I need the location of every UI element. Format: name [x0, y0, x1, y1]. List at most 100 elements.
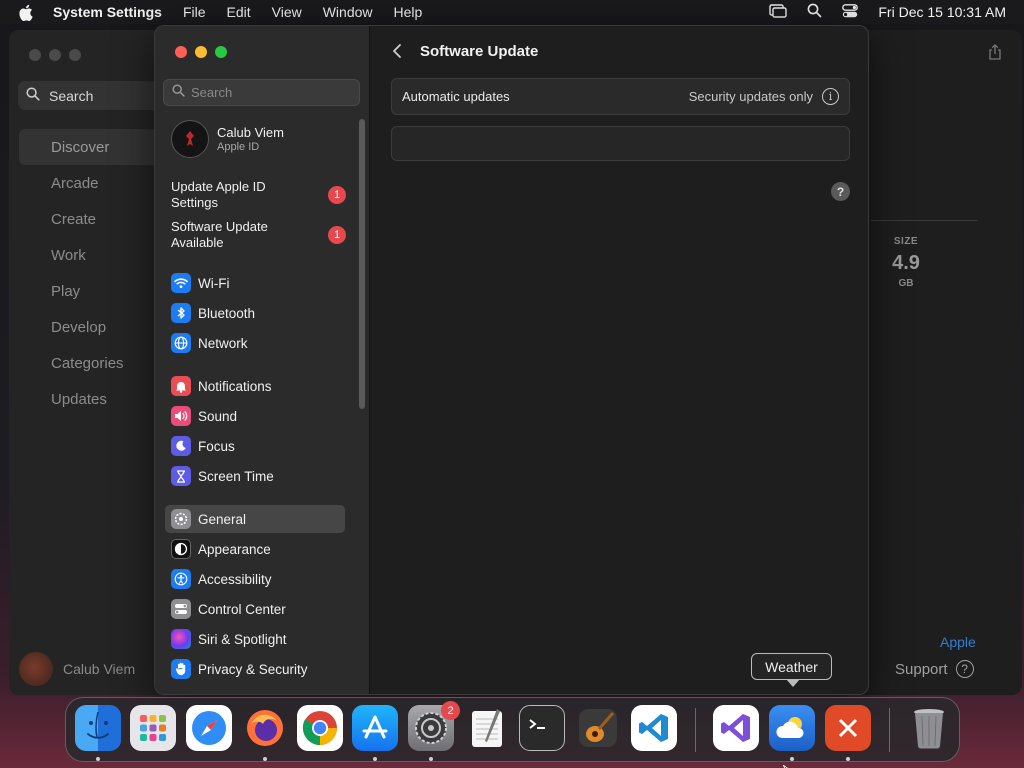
settings-content: Software Update Automatic updates Securi… [371, 26, 868, 694]
app-store-window-controls [29, 49, 81, 61]
sidebar-item-label: Sound [198, 408, 238, 424]
avatar [19, 652, 53, 686]
sidebar-item-accessibility[interactable]: Accessibility [165, 565, 345, 593]
dock-remote-desktop-icon[interactable] [825, 705, 871, 751]
notice-software-update[interactable]: Software Update Available 1 [171, 219, 346, 251]
dock-weather-icon[interactable] [769, 705, 815, 751]
dock-vscode-icon[interactable] [631, 705, 677, 751]
sidebar-item-network[interactable]: Network [165, 329, 345, 357]
sidebar-item-label: Control Center [198, 601, 286, 617]
toggles-icon [171, 599, 191, 619]
dock-launchpad-icon[interactable] [130, 705, 176, 751]
app-store-search[interactable]: Search [18, 81, 168, 110]
running-indicator [96, 757, 100, 761]
page-title: Software Update [420, 43, 539, 60]
bell-icon [171, 376, 191, 396]
sidebar-item-label: Wi-Fi [198, 275, 230, 291]
zoom-button[interactable] [215, 46, 227, 58]
sidebar-item-label: Accessibility [198, 571, 272, 587]
settings-sidebar: Calub Viem Apple ID Update Apple ID Sett… [155, 26, 370, 694]
app-store-zoom-button[interactable] [69, 49, 81, 61]
app-store-minimize-button[interactable] [49, 49, 61, 61]
minimize-button[interactable] [195, 46, 207, 58]
app-store-nav-create[interactable]: Create [19, 201, 169, 237]
info-icon[interactable]: i [822, 88, 839, 105]
sidebar-item-label: Privacy & Security [198, 661, 308, 677]
dock-garageband-icon[interactable] [575, 705, 621, 751]
app-store-close-button[interactable] [29, 49, 41, 61]
dock-safari-icon[interactable] [186, 705, 232, 751]
app-store-user-name: Calub Viem [63, 661, 136, 677]
dock-terminal-icon[interactable] [519, 705, 565, 751]
moon-icon [171, 436, 191, 456]
menu-bar: System Settings File Edit View Window He… [0, 0, 1024, 24]
sidebar-item-general[interactable]: General [165, 505, 345, 533]
gear-icon [171, 509, 191, 529]
size-unit: GB [898, 278, 914, 289]
hand-icon [171, 659, 191, 679]
wifi-icon [171, 273, 191, 293]
sidebar-scrollbar[interactable] [359, 119, 365, 409]
appearance-icon [171, 539, 191, 559]
apple-menu-icon[interactable] [18, 3, 34, 21]
apple-id-account[interactable]: Calub Viem Apple ID [171, 120, 284, 158]
support-link[interactable]: Support ? [895, 660, 974, 678]
back-chevron-icon[interactable] [391, 42, 405, 62]
menu-help[interactable]: Help [394, 4, 423, 20]
sidebar-item-appearance[interactable]: Appearance [165, 535, 345, 563]
app-store-nav-arcade[interactable]: Arcade [19, 165, 169, 201]
dock-trash-icon[interactable] [906, 705, 952, 751]
dock-visual-studio-icon[interactable] [713, 705, 759, 751]
running-indicator [846, 757, 850, 761]
menu-app-name[interactable]: System Settings [53, 4, 162, 20]
settings-search[interactable] [163, 79, 360, 106]
sidebar-item-siri-spotlight[interactable]: Siri & Spotlight [165, 625, 345, 653]
menu-view[interactable]: View [272, 4, 302, 20]
dock-app-store-icon[interactable] [352, 705, 398, 751]
sidebar-item-notifications[interactable]: Notifications [165, 372, 345, 400]
sidebar-item-focus[interactable]: Focus [165, 432, 345, 460]
control-center-icon[interactable] [842, 3, 859, 21]
menu-edit[interactable]: Edit [227, 4, 251, 20]
menu-window[interactable]: Window [323, 4, 373, 20]
automatic-updates-row: Automatic updates Security updates only … [391, 78, 850, 115]
dock-firefox-icon[interactable] [242, 705, 288, 751]
dock: 2 [65, 697, 960, 762]
sidebar-item-bluetooth[interactable]: Bluetooth [165, 299, 345, 327]
sidebar-item-label: Bluetooth [198, 305, 256, 321]
notification-badge: 1 [328, 186, 346, 204]
sidebar-item-wifi[interactable]: Wi-Fi [165, 269, 345, 297]
search-input[interactable] [191, 85, 351, 100]
sidebar-item-sound[interactable]: Sound [165, 402, 345, 430]
app-store-nav-discover[interactable]: Discover [19, 129, 169, 165]
dock-finder-icon[interactable] [75, 705, 121, 751]
mouse-pointer-icon [782, 760, 791, 768]
app-store-nav-updates[interactable]: Updates [19, 381, 169, 417]
sidebar-item-label: Appearance [198, 541, 271, 557]
dock-chrome-icon[interactable] [297, 705, 343, 751]
notice-update-apple-id[interactable]: Update Apple ID Settings 1 [171, 179, 346, 211]
dock-textedit-icon[interactable] [464, 705, 510, 751]
sidebar-item-control-center[interactable]: Control Center [165, 595, 345, 623]
menu-file[interactable]: File [183, 4, 206, 20]
spotlight-search-icon[interactable] [807, 3, 822, 21]
app-store-account[interactable]: Calub Viem [19, 652, 135, 686]
close-button[interactable] [175, 46, 187, 58]
app-store-nav-work[interactable]: Work [19, 237, 169, 273]
help-button[interactable]: ? [831, 182, 850, 201]
tooltip-arrow [786, 679, 800, 687]
app-store-nav-play[interactable]: Play [19, 273, 169, 309]
app-store-nav-categories[interactable]: Categories [19, 345, 169, 381]
apple-id-text: Calub Viem Apple ID [217, 125, 284, 153]
app-store-sidebar: Search Discover Arcade Create Work Play … [9, 30, 169, 695]
share-icon[interactable] [988, 44, 1002, 60]
developer-link[interactable]: Apple [940, 634, 976, 650]
sidebar-item-label: Network [198, 335, 248, 351]
sidebar-item-privacy-security[interactable]: Privacy & Security [165, 655, 345, 683]
sidebar-item-screen-time[interactable]: Screen Time [165, 462, 345, 490]
app-store-nav-develop[interactable]: Develop [19, 309, 169, 345]
menu-clock[interactable]: Fri Dec 15 10:31 AM [878, 4, 1006, 20]
sidebar-item-label: Focus [198, 438, 235, 454]
support-label: Support [895, 660, 948, 678]
screen-mirroring-icon[interactable] [769, 3, 788, 21]
